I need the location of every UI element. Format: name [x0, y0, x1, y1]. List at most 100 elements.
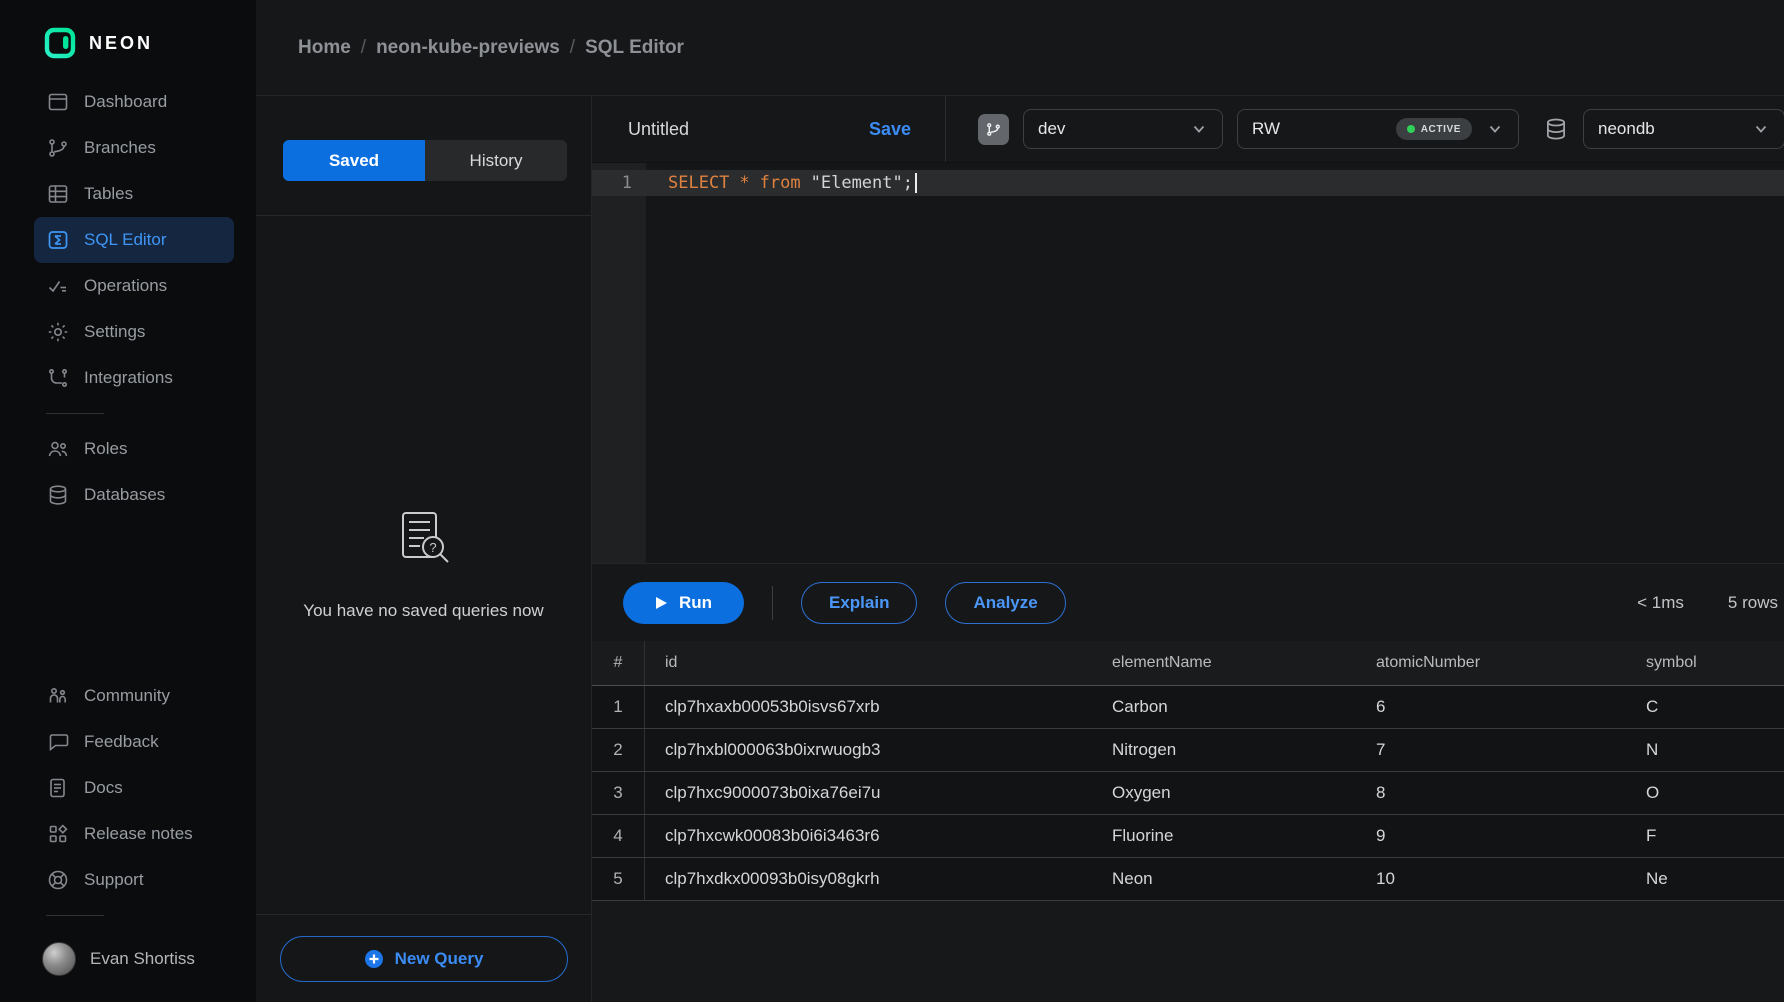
column-header-elementName: elementName — [1092, 654, 1356, 672]
saved-queries-panel: Saved History ? — [256, 96, 592, 1002]
neon-logo-icon — [44, 27, 76, 59]
sidebar-item-label: Feedback — [84, 732, 159, 752]
support-icon — [46, 868, 70, 892]
row-index-cell: 3 — [592, 772, 645, 814]
elementName-cell: Fluorine — [1092, 826, 1356, 846]
id-cell: clp7hxbl000063b0ixrwuogb3 — [645, 740, 1092, 760]
compute-select[interactable]: RW ACTIVE — [1237, 109, 1519, 149]
query-file-section: Untitled Save — [592, 96, 946, 162]
release-notes-icon — [46, 822, 70, 846]
sidebar-divider — [46, 413, 104, 414]
sidebar-spacer — [0, 518, 256, 673]
roles-icon — [46, 437, 70, 461]
code-editor[interactable]: 1 SELECT*from"Element"; — [592, 162, 1784, 563]
sql-identifier: "Element"; — [811, 173, 913, 193]
table-row: 3 clp7hxc9000073b0ixa76ei7u Oxygen 8 O — [592, 772, 1784, 815]
topbar: Home / neon-kube-previews / SQL Editor — [256, 0, 1784, 96]
sidebar-item-branches[interactable]: Branches — [34, 125, 234, 171]
query-toolbar: Run Explain Analyze < 1ms 5 rows — [592, 563, 1784, 641]
brand[interactable]: NEON — [0, 0, 256, 79]
sidebar-item-feedback[interactable]: Feedback — [34, 719, 234, 765]
sidebar-item-label: SQL Editor — [84, 230, 167, 250]
feedback-icon — [46, 730, 70, 754]
elementName-cell: Carbon — [1092, 697, 1356, 717]
symbol-cell: O — [1626, 783, 1784, 803]
sidebar-nav-primary: Dashboard Branches Tables SQL Editor — [0, 79, 256, 401]
databases-icon — [46, 483, 70, 507]
column-header-index: # — [592, 641, 645, 685]
new-query-button[interactable]: New Query — [280, 936, 568, 982]
app: NEON Dashboard Branches Tables — [0, 0, 1784, 1002]
table-row: 1 clp7hxaxb00053b0isvs67xrb Carbon 6 C — [592, 686, 1784, 729]
breadcrumb-project[interactable]: neon-kube-previews — [376, 37, 560, 59]
id-cell: clp7hxdkx00093b0isy08gkrh — [645, 869, 1092, 889]
sidebar-item-roles[interactable]: Roles — [34, 426, 234, 472]
branches-icon — [46, 136, 70, 160]
symbol-cell: N — [1626, 740, 1784, 760]
database-select-value: neondb — [1598, 119, 1655, 139]
sidebar-divider — [46, 915, 104, 916]
sidebar-item-community[interactable]: Community — [34, 673, 234, 719]
sidebar-item-label: Roles — [84, 439, 127, 459]
atomicNumber-cell: 7 — [1356, 740, 1626, 760]
table-header-row: # id elementName atomicNumber symbol — [592, 641, 1784, 686]
row-index-cell: 4 — [592, 815, 645, 857]
branch-icon-button[interactable] — [978, 114, 1009, 145]
sql-keyword: SELECT — [668, 173, 729, 193]
new-query-label: New Query — [395, 949, 484, 969]
sidebar-item-label: Integrations — [84, 368, 173, 388]
empty-state: ? You have no saved queries now — [256, 216, 591, 914]
sql-operator: * — [739, 173, 749, 193]
sidebar-item-databases[interactable]: Databases — [34, 472, 234, 518]
sidebar-item-label: Branches — [84, 138, 156, 158]
tab-saved[interactable]: Saved — [283, 140, 425, 181]
branch-select[interactable]: dev — [1023, 109, 1223, 149]
sidebar-item-sql-editor[interactable]: SQL Editor — [34, 217, 234, 263]
run-button[interactable]: Run — [623, 582, 744, 624]
row-index-cell: 5 — [592, 858, 645, 900]
sidebar-item-release-notes[interactable]: Release notes — [34, 811, 234, 857]
sidebar-item-operations[interactable]: Operations — [34, 263, 234, 309]
elementName-cell: Neon — [1092, 869, 1356, 889]
code-text: SELECT*from"Element"; — [646, 173, 917, 193]
tables-icon — [46, 182, 70, 206]
column-header-id: id — [645, 654, 1092, 672]
svg-text:?: ? — [429, 540, 436, 555]
symbol-cell: C — [1626, 697, 1784, 717]
user-menu[interactable]: Evan Shortiss — [0, 928, 256, 1002]
sidebar-item-label: Tables — [84, 184, 133, 204]
code-line-1[interactable]: 1 SELECT*from"Element"; — [592, 170, 1784, 196]
text-cursor — [915, 173, 917, 193]
sidebar-item-docs[interactable]: Docs — [34, 765, 234, 811]
query-stats: < 1ms 5 rows — [1637, 593, 1784, 613]
save-button[interactable]: Save — [869, 119, 911, 140]
sidebar-item-label: Docs — [84, 778, 123, 798]
sidebar-item-settings[interactable]: Settings — [34, 309, 234, 355]
status-badge: ACTIVE — [1396, 118, 1472, 140]
dashboard-icon — [46, 90, 70, 114]
sql-editor-icon — [46, 228, 70, 252]
sidebar-item-tables[interactable]: Tables — [34, 171, 234, 217]
sidebar-nav-secondary: Roles Databases — [0, 426, 256, 518]
sidebar-item-integrations[interactable]: Integrations — [34, 355, 234, 401]
breadcrumb-home[interactable]: Home — [298, 37, 351, 59]
breadcrumb-separator: / — [361, 37, 366, 59]
analyze-button[interactable]: Analyze — [945, 582, 1065, 624]
column-header-atomicNumber: atomicNumber — [1356, 654, 1626, 672]
sidebar-item-support[interactable]: Support — [34, 857, 234, 903]
query-row-count: 5 rows — [1728, 593, 1778, 613]
results-section: # id elementName atomicNumber symbol 1 c… — [592, 641, 1784, 1002]
sidebar-nav-tertiary: Community Feedback Docs Release notes — [0, 673, 256, 903]
database-select[interactable]: neondb — [1583, 109, 1784, 149]
explain-button[interactable]: Explain — [801, 582, 917, 624]
line-number-gutter — [592, 163, 646, 563]
tab-history[interactable]: History — [425, 140, 567, 181]
query-title[interactable]: Untitled — [628, 119, 689, 140]
compute-select-value: RW — [1252, 119, 1280, 139]
id-cell: clp7hxc9000073b0ixa76ei7u — [645, 783, 1092, 803]
toolbar-divider — [772, 586, 773, 620]
sidebar-item-dashboard[interactable]: Dashboard — [34, 79, 234, 125]
line-number: 1 — [592, 173, 646, 193]
row-index-cell: 1 — [592, 686, 645, 728]
brand-wordmark: NEON — [89, 33, 153, 54]
